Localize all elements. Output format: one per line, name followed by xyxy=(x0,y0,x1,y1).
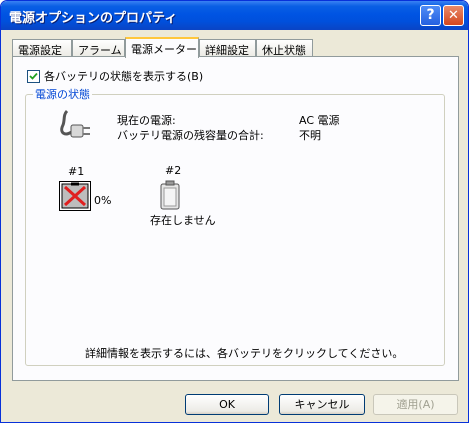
tab-panel: 各バッテリの状態を表示する(B) 電源の状態 現在の電源: AC 電源 バッテリ… xyxy=(12,56,459,381)
tab-alarms[interactable]: アラーム xyxy=(72,39,125,57)
battery-2-status: 存在しません xyxy=(150,214,216,227)
current-source-value: AC 電源 xyxy=(299,114,340,127)
show-each-battery-checkbox[interactable]: 各バッテリの状態を表示する(B) xyxy=(27,68,203,84)
battery-1-level: 0% xyxy=(94,194,112,207)
tab-power-meter[interactable]: 電源メーター xyxy=(125,37,199,58)
current-source-label: 現在の電源: xyxy=(117,114,176,127)
battery-detail-hint: 詳細情報を表示するには、各バッテリをクリックしてください。 xyxy=(85,347,404,360)
cancel-button[interactable]: キャンセル xyxy=(279,394,365,415)
checkbox-label: 各バッテリの状態を表示する(B) xyxy=(44,70,204,83)
tab-hibernate[interactable]: 休止状態 xyxy=(256,39,313,57)
battery-2-id: #2 xyxy=(165,164,182,177)
properties-window: 電源オプションのプロパティ ? ✕ 電源設定 アラーム 電源メーター 詳細設定 … xyxy=(0,0,469,423)
help-button[interactable]: ? xyxy=(420,5,441,26)
window-title: 電源オプションのプロパティ xyxy=(9,11,178,26)
battery-empty-icon[interactable] xyxy=(158,180,182,210)
battery-missing-icon[interactable] xyxy=(59,181,91,211)
remaining-capacity-label: バッテリ電源の残容量の合計: xyxy=(117,129,264,142)
remaining-capacity-value: 不明 xyxy=(299,129,321,142)
checkbox-box[interactable] xyxy=(27,69,40,83)
tab-power-schemes[interactable]: 電源設定 xyxy=(12,39,72,57)
ac-plug-icon xyxy=(60,109,90,138)
close-button[interactable]: ✕ xyxy=(443,5,464,26)
ok-button[interactable]: OK xyxy=(185,394,269,415)
check-icon xyxy=(29,72,38,80)
tab-advanced[interactable]: 詳細設定 xyxy=(199,39,256,57)
group-title: 電源の状態 xyxy=(33,86,92,102)
battery-1-id: #1 xyxy=(68,165,85,178)
apply-button[interactable]: 適用(A) xyxy=(373,394,458,415)
title-bar[interactable]: 電源オプションのプロパティ ? ✕ xyxy=(1,1,468,30)
